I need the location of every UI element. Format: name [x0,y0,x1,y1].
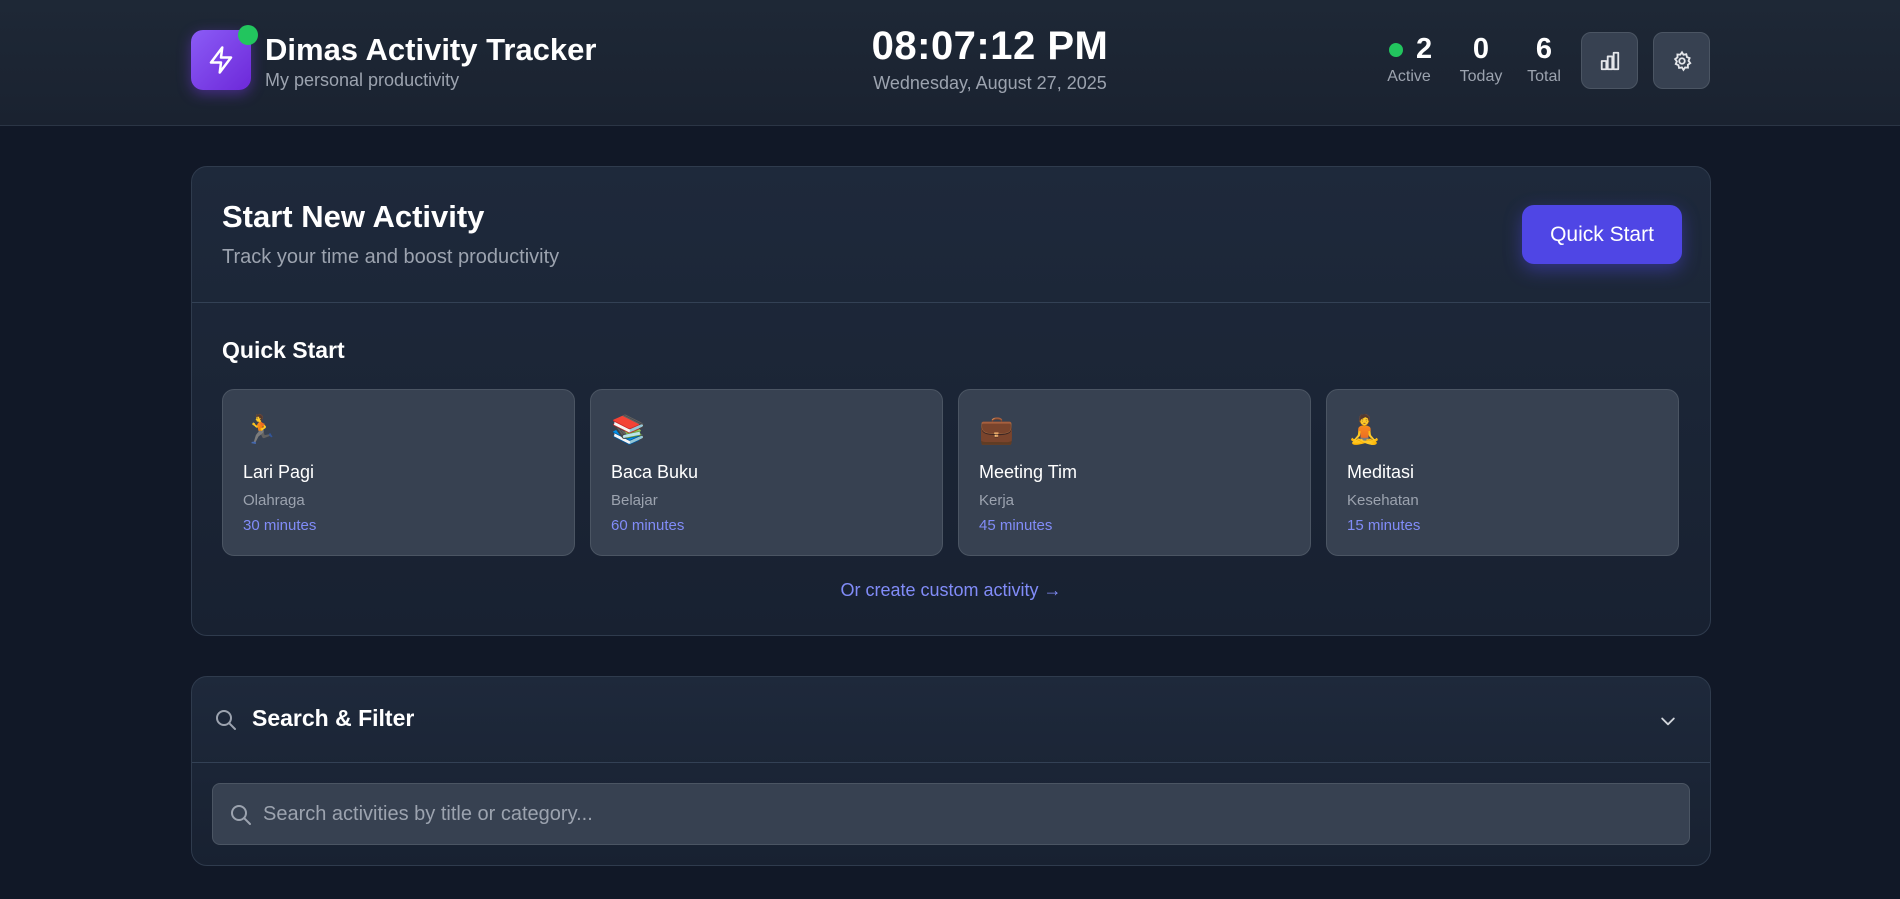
tile-duration: 45 minutes [979,517,1053,534]
clock: 08:07:12 PM Wednesday, August 27, 2025 [840,24,1140,94]
clock-time: 08:07:12 PM [871,24,1109,68]
tile-name: Meeting Tim [979,462,1078,482]
start-activity-subtitle: Track your time and boost productivity [222,246,560,268]
search-filter-card: Search & Filter [191,676,1711,866]
tile-name: Baca Buku [611,462,699,482]
bar-chart-icon [1600,51,1619,70]
stat-active: 2 Active [1386,32,1432,86]
statistics-button[interactable] [1581,32,1638,89]
stats-summary: 2 Active 0 Today 6 Total [1386,32,1566,92]
start-activity-header: Start New Activity Track your time and b… [192,167,1710,303]
quick-start-tile-lari-pagi[interactable]: 🏃 Lari Pagi Olahraga 30 minutes [222,389,575,556]
chevron-down-icon[interactable] [1658,711,1678,731]
quick-start-tiles: 🏃 Lari Pagi Olahraga 30 minutes 📚 Baca B… [222,389,1682,557]
tile-category: Kerja [979,492,1015,509]
stat-total: 6 Total [1524,32,1564,86]
books-icon: 📚 [611,414,646,445]
tile-name: Lari Pagi [243,462,315,482]
tile-duration: 60 minutes [611,517,685,534]
online-status-dot [238,25,258,45]
tile-category: Belajar [611,492,658,509]
stat-today-value: 0 [1472,33,1490,65]
create-custom-activity-link[interactable]: Or create custom activity → [192,580,1710,601]
search-input[interactable] [263,784,1663,844]
search-filter-header[interactable]: Search & Filter [192,677,1710,763]
quick-start-tile-meditasi[interactable]: 🧘 Meditasi Kesehatan 15 minutes [1326,389,1679,556]
quick-start-section-title: Quick Start [222,337,345,363]
briefcase-icon: 💼 [979,414,1014,445]
tile-duration: 30 minutes [243,517,317,534]
stat-total-label: Total [1527,68,1561,85]
search-filter-title: Search & Filter [252,705,415,731]
lightning-bolt-icon [209,46,233,74]
start-activity-title: Start New Activity [222,199,485,234]
meditation-icon: 🧘 [1347,414,1382,445]
app-title: Dimas Activity Tracker [265,32,597,67]
tile-name: Meditasi [1347,462,1415,482]
app-subtitle: My personal productivity [265,70,460,90]
tile-category: Olahraga [243,492,305,509]
quick-start-button[interactable]: Quick Start [1522,205,1682,264]
quick-start-tile-meeting-tim[interactable]: 💼 Meeting Tim Kerja 45 minutes [958,389,1311,556]
running-icon: 🏃 [243,414,278,445]
search-box [212,783,1690,845]
stat-today-label: Today [1459,68,1503,85]
clock-date: Wednesday, August 27, 2025 [873,73,1107,93]
tile-category: Kesehatan [1347,492,1419,509]
app-header: Dimas Activity Tracker My personal produ… [0,0,1900,126]
stat-total-value: 6 [1535,33,1553,65]
search-icon [216,710,236,730]
stat-today: 0 Today [1458,32,1504,86]
stat-active-label: Active [1387,68,1431,85]
tile-duration: 15 minutes [1347,517,1421,534]
gear-icon [1673,50,1692,72]
start-activity-card: Start New Activity Track your time and b… [191,166,1711,636]
quick-start-tile-baca-buku[interactable]: 📚 Baca Buku Belajar 60 minutes [590,389,943,556]
search-icon [231,805,251,825]
settings-button[interactable] [1653,32,1710,89]
stat-active-value: 2 [1416,33,1433,65]
